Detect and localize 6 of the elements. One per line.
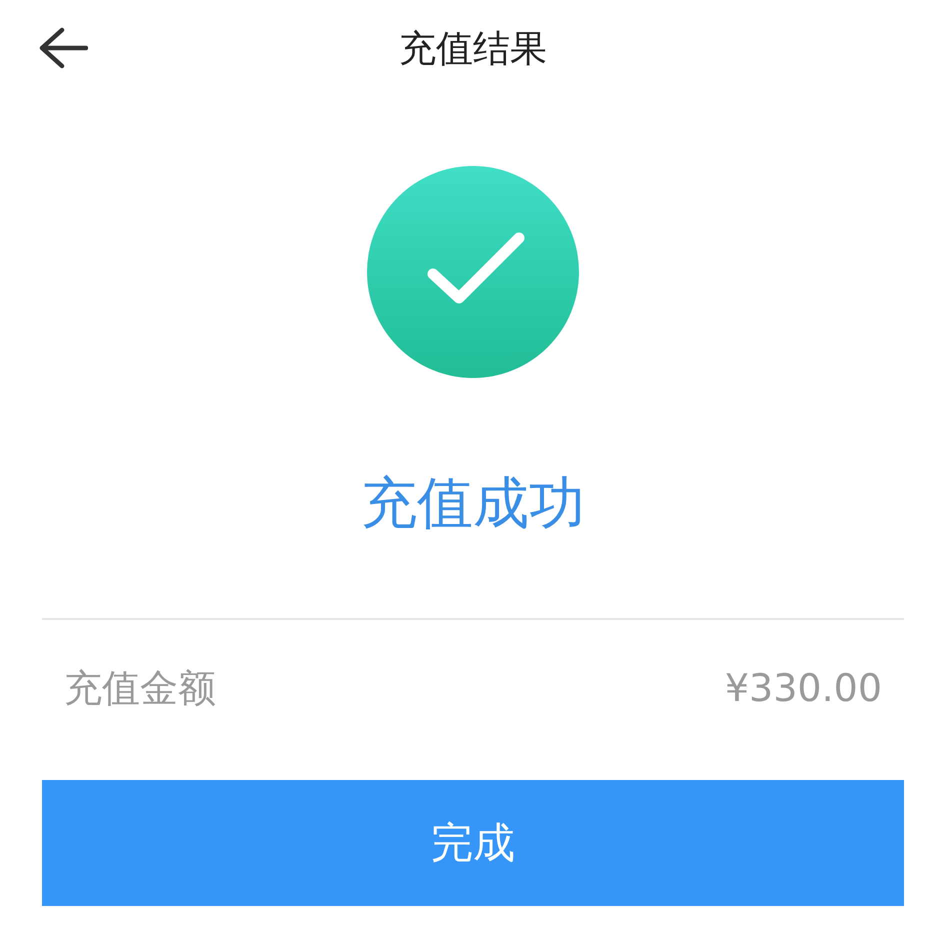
- detail-label: 充值金额: [64, 664, 216, 712]
- back-icon[interactable]: [38, 26, 88, 70]
- done-button[interactable]: 完成: [42, 780, 904, 906]
- detail-value: ¥330.00: [724, 666, 882, 710]
- result-message: 充值成功: [361, 470, 585, 538]
- page-title: 充值结果: [399, 26, 547, 72]
